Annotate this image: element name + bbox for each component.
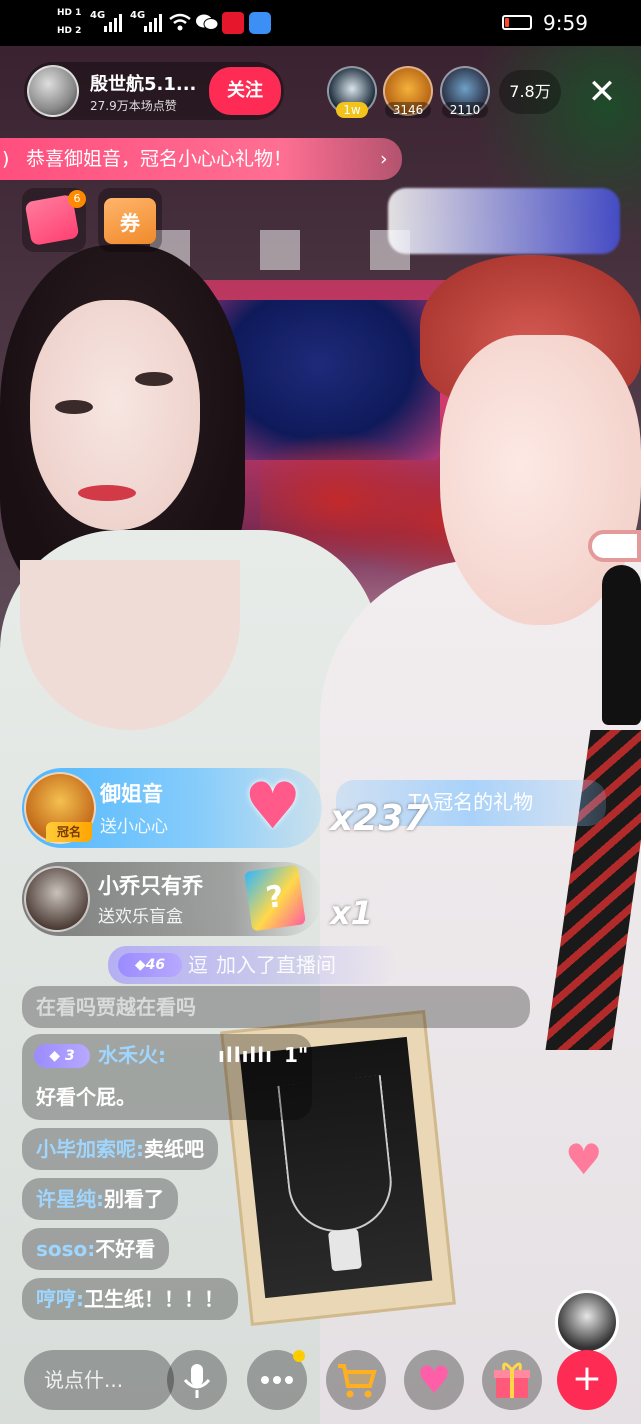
comment-item[interactable]: ◆ 3 水禾火: ıllıllı 1" 好看个屁。 xyxy=(22,1034,312,1120)
heart-icon: ♥ xyxy=(416,1358,452,1402)
viewer-count[interactable]: 7.8万 xyxy=(499,70,561,114)
comment-text: 好看个屁。 xyxy=(36,1085,136,1109)
gift-row-1[interactable]: 冠名 御姐音 送小心心 ♥ xyxy=(22,768,322,848)
comment-user: soso: xyxy=(36,1237,96,1261)
voice-wave-icon: ıllıllı xyxy=(218,1043,273,1067)
gift-row-2[interactable]: 小乔只有乔 送欢乐盲盒 ? xyxy=(22,862,322,936)
coupon-button[interactable]: 券 xyxy=(98,188,162,252)
microphone-icon xyxy=(183,1364,211,1398)
follow-button[interactable]: 关注 xyxy=(209,67,281,115)
wifi-icon xyxy=(168,12,192,32)
comment-item[interactable]: 小毕加索呢:卖纸吧 xyxy=(22,1128,218,1170)
signal-icon xyxy=(144,12,164,32)
host-likes: 27.9万本场点赞 xyxy=(90,99,177,113)
battery-icon xyxy=(502,15,532,30)
comment-user: 水禾火: xyxy=(98,1043,166,1067)
network-label-2: 4G xyxy=(130,10,146,21)
network-label-1: 4G xyxy=(90,10,106,21)
top-viewer-badge-3: 2110 xyxy=(442,102,488,118)
wechat-icon xyxy=(196,13,219,31)
chevron-right-icon: › xyxy=(380,148,388,170)
gift-button[interactable] xyxy=(482,1350,542,1410)
close-icon[interactable]: ✕ xyxy=(582,72,622,112)
gift-icon xyxy=(494,1362,530,1398)
weibo-icon xyxy=(222,12,244,34)
announcement-banner[interactable]: ) 恭喜御姐音，冠名小心心礼物！ › xyxy=(0,138,402,180)
left-person-eye xyxy=(55,400,93,414)
notification-dot xyxy=(293,1350,305,1362)
comment-item[interactable]: 在看吗贾越在看吗 xyxy=(22,986,530,1028)
join-text: 加入了直播间 xyxy=(216,953,336,977)
like-button[interactable]: ♥ xyxy=(404,1350,464,1410)
gift-count-2: x1 xyxy=(330,894,373,932)
top-viewer-badge-1: 1w xyxy=(336,102,368,118)
comment-text: 卫生纸！！！！ xyxy=(84,1287,224,1311)
shopping-cart-icon xyxy=(338,1364,377,1398)
left-person-lips xyxy=(78,485,136,501)
mystery-box-icon: ? xyxy=(244,864,306,932)
comment-text: 在看吗贾越在看吗 xyxy=(36,995,196,1019)
level-badge: ◆46 xyxy=(118,953,182,977)
red-packet-count-badge: 6 xyxy=(68,190,86,208)
top-viewer-badge-2: 3146 xyxy=(385,102,431,118)
microphone-button[interactable] xyxy=(167,1350,227,1410)
right-person-mouth xyxy=(588,530,641,562)
comment-user: 哼哼: xyxy=(36,1287,84,1311)
comment-item[interactable]: soso:不好看 xyxy=(22,1228,170,1270)
battery-level xyxy=(505,18,509,27)
comment-user: 小毕加索呢: xyxy=(36,1137,144,1161)
comment-item[interactable]: 哼哼:卫生纸！！！！ xyxy=(22,1278,238,1320)
comment-text: 卖纸吧 xyxy=(144,1137,204,1161)
gifter-name-1: 御姐音 xyxy=(100,782,163,806)
host-name: 殷世航5.1... xyxy=(90,74,197,95)
comment-text: 别看了 xyxy=(104,1187,164,1211)
signal-icon xyxy=(104,12,124,32)
announcement-text: 恭喜御姐音，冠名小心心礼物！ xyxy=(26,148,293,170)
left-person-eye xyxy=(135,372,173,386)
shopping-cart-button[interactable] xyxy=(326,1350,386,1410)
voice-duration: 1" xyxy=(284,1043,309,1067)
hd-indicator-1: HD 1 xyxy=(57,8,82,18)
mini-host-avatar[interactable] xyxy=(555,1290,619,1354)
gift-action-1: 送小心心 xyxy=(100,817,168,837)
hd-indicator-2: HD 2 xyxy=(57,26,82,36)
comment-user: 许星纯: xyxy=(36,1187,104,1211)
join-user: 逗 xyxy=(188,953,208,977)
gift-count-1: x237 xyxy=(330,798,429,839)
host-avatar[interactable] xyxy=(27,65,79,117)
status-bar: HD 1 HD 2 4G 4G 9:59 xyxy=(0,0,641,46)
gifter-name-2: 小乔只有乔 xyxy=(98,874,203,898)
clock: 9:59 xyxy=(543,11,588,35)
microphone xyxy=(602,565,641,725)
comment-text: 不好看 xyxy=(95,1237,156,1261)
comment-input[interactable]: 说点什... xyxy=(24,1350,174,1410)
level-badge: ◆ 3 xyxy=(34,1044,90,1068)
red-packet-button[interactable]: 6 xyxy=(22,188,86,252)
app-notification-icon xyxy=(249,12,271,34)
plus-button[interactable]: + xyxy=(557,1350,617,1410)
comment-item[interactable]: 许星纯:别看了 xyxy=(22,1178,178,1220)
gifter-avatar-2[interactable] xyxy=(24,866,90,932)
necklace-pendant xyxy=(327,1228,363,1272)
floating-heart-icon: ♥ xyxy=(565,1135,603,1184)
coupon-icon: 券 xyxy=(104,198,156,244)
blurred-promo-banner[interactable] xyxy=(388,188,620,254)
announcement-left-arrow-icon: ) xyxy=(2,148,10,170)
gift-action-2: 送欢乐盲盒 xyxy=(98,907,183,927)
join-notice: ◆46 逗 加入了直播间 xyxy=(108,946,398,984)
heart-gift-icon: ♥ xyxy=(244,770,302,844)
crown-tag: 冠名 xyxy=(46,822,92,842)
